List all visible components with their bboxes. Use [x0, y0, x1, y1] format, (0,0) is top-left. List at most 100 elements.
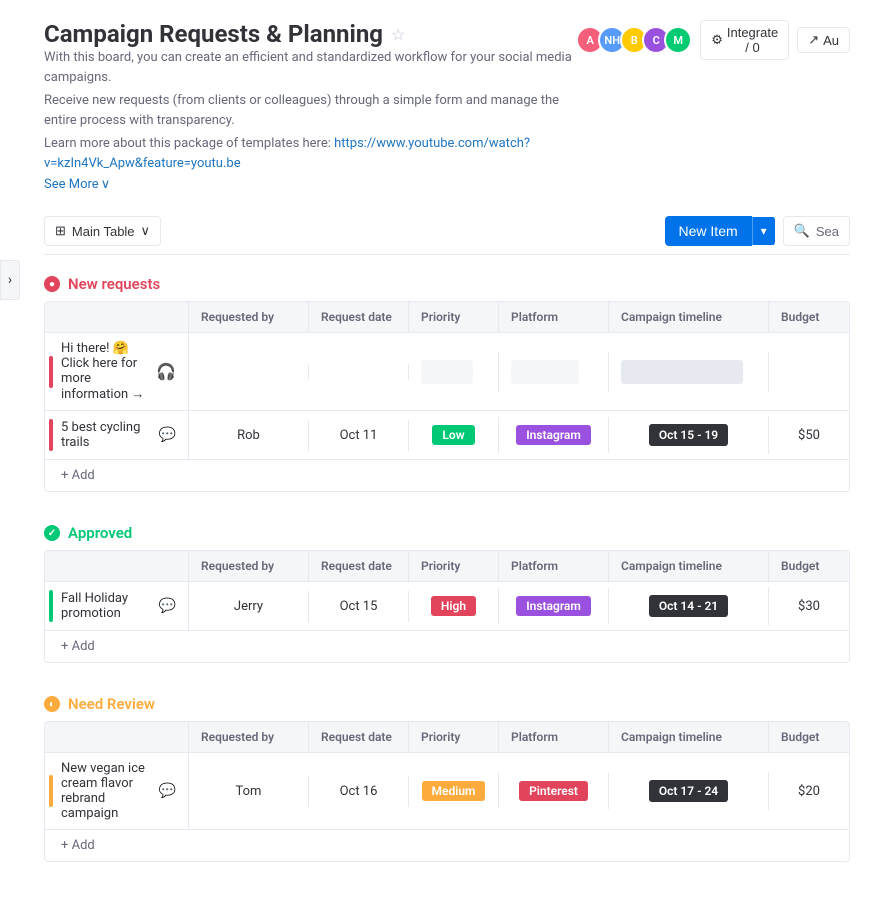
row-name-text[interactable]: 5 best cycling trails — [61, 420, 151, 450]
col-header-budget: Budget — [769, 551, 849, 581]
groups-container: ● New requests Requested byRequest datePri… — [44, 275, 850, 862]
empty-priority — [421, 360, 473, 384]
group-need-review: ◐Need ReviewRequested byRequest datePrio… — [44, 695, 850, 862]
avatar-group: A NH B C M — [576, 26, 692, 54]
col-request-date: Oct 11 — [309, 420, 409, 451]
col-timeline: Oct 14 - 21 — [609, 587, 769, 625]
see-more-button[interactable]: See More ∨ — [44, 177, 576, 192]
col-header-request-date: Request date — [309, 551, 409, 581]
col-budget: $50 — [769, 420, 849, 451]
group-title-need-review: Need Review — [68, 695, 155, 713]
comment-icon[interactable]: 💬 — [159, 598, 176, 614]
page-title-row: Campaign Requests & Planning ☆ — [44, 20, 576, 48]
table-row: Hi there! 🤗 Click here for more informat… — [45, 333, 849, 411]
table-view-button[interactable]: ⊞ Main Table ∨ — [44, 216, 161, 246]
col-requested-by — [189, 364, 309, 380]
row-name-text[interactable]: New vegan ice cream flavor rebrand campa… — [61, 761, 151, 821]
col-header-name — [45, 722, 189, 752]
group-header-need-review: ◐ Need Review — [44, 695, 850, 713]
platform-badge: Instagram — [516, 425, 591, 445]
integrate-button[interactable]: ⚙ Integrate / 0 — [700, 20, 789, 60]
priority-badge: High — [431, 596, 476, 616]
new-item-main-button[interactable]: New Item — [665, 216, 752, 246]
col-platform: Pinterest — [499, 773, 609, 809]
toolbar: ⊞ Main Table ∨ New Item ▾ 🔍 Sea — [44, 216, 850, 255]
color-bar — [49, 419, 53, 451]
col-header-requested-by: Requested by — [189, 302, 309, 332]
table-row: New vegan ice cream flavor rebrand campa… — [45, 753, 849, 830]
row-name-cell: 5 best cycling trails 💬 — [45, 411, 189, 459]
col-header-requested-by: Requested by — [189, 551, 309, 581]
col-budget: $30 — [769, 591, 849, 622]
description-line2: Receive new requests (from clients or co… — [44, 91, 576, 130]
col-budget: $20 — [769, 776, 849, 807]
col-timeline — [609, 352, 769, 392]
row-name-cell: New vegan ice cream flavor rebrand campa… — [45, 753, 189, 829]
comment-icon[interactable]: 💬 — [159, 427, 176, 443]
new-item-dropdown-button[interactable]: ▾ — [752, 217, 775, 245]
au-button[interactable]: ↗ Au — [797, 27, 850, 53]
col-requested-by: Jerry — [189, 591, 309, 622]
star-icon[interactable]: ☆ — [391, 25, 405, 44]
col-header-campaign-timeline: Campaign timeline — [609, 302, 769, 332]
color-bar — [49, 775, 53, 807]
new-item-button-group: New Item ▾ — [665, 216, 775, 246]
table-row: Fall Holiday promotion 💬 JerryOct 15 High In… — [45, 582, 849, 631]
col-priority: Low — [409, 417, 499, 453]
row-name-text[interactable]: Hi there! 🤗 Click here for more informat… — [61, 341, 148, 402]
color-bar — [49, 356, 53, 388]
timeline-badge: Oct 14 - 21 — [649, 595, 728, 617]
timeline-badge: Oct 15 - 19 — [649, 424, 728, 446]
col-header-name — [45, 302, 189, 332]
col-platform: Instagram — [499, 588, 609, 624]
table-header-approved: Requested byRequest datePriorityPlatform… — [45, 551, 849, 582]
headphone-icon: 🎧 — [156, 362, 176, 381]
col-request-date: Oct 16 — [309, 776, 409, 807]
col-priority: High — [409, 588, 499, 624]
platform-badge: Pinterest — [519, 781, 588, 801]
header-actions: A NH B C M ⚙ Integrate / 0 ↗ Au — [576, 20, 850, 60]
col-header-campaign-timeline: Campaign timeline — [609, 722, 769, 752]
platform-badge: Instagram — [516, 596, 591, 616]
group-header-new-requests: ● New requests — [44, 275, 850, 293]
col-request-date: Oct 15 — [309, 591, 409, 622]
group-icon-approved[interactable]: ✓ — [44, 525, 60, 541]
page-header: Campaign Requests & Planning ☆ With this… — [44, 20, 850, 208]
add-row-new-requests[interactable]: + Add — [45, 460, 849, 491]
col-platform: Instagram — [499, 417, 609, 453]
col-header-request-date: Request date — [309, 302, 409, 332]
search-button[interactable]: 🔍 Sea — [783, 216, 850, 246]
chevron-icon: › — [8, 272, 12, 288]
col-requested-by: Rob — [189, 420, 309, 451]
col-timeline: Oct 15 - 19 — [609, 416, 769, 454]
col-header-requested-by: Requested by — [189, 722, 309, 752]
timeline-badge: Oct 17 - 24 — [649, 780, 728, 802]
col-header-name — [45, 551, 189, 581]
col-priority — [409, 352, 499, 392]
group-approved: ✓ Approved Requested byRequest datePriorit… — [44, 524, 850, 663]
col-header-platform: Platform — [499, 302, 609, 332]
integrate-icon: ⚙ — [711, 32, 723, 48]
group-title-approved: Approved — [68, 524, 132, 542]
comment-icon[interactable]: 💬 — [159, 783, 176, 799]
col-platform — [499, 352, 609, 392]
col-budget — [769, 364, 849, 380]
empty-platform — [511, 360, 579, 384]
sidebar-toggle[interactable]: › — [0, 260, 20, 300]
chevron-down-icon: ∨ — [101, 177, 111, 192]
col-timeline: Oct 17 - 24 — [609, 772, 769, 810]
add-row-approved[interactable]: + Add — [45, 631, 849, 662]
group-title-new-requests: New requests — [68, 275, 160, 293]
add-row-need-review[interactable]: + Add — [45, 830, 849, 861]
group-icon-new-requests[interactable]: ● — [44, 276, 60, 292]
col-header-platform: Platform — [499, 551, 609, 581]
row-name-cell: Hi there! 🤗 Click here for more informat… — [45, 333, 189, 410]
table-header-new-requests: Requested byRequest datePriorityPlatform… — [45, 302, 849, 333]
row-name-text[interactable]: Fall Holiday promotion — [61, 591, 151, 621]
table-row: 5 best cycling trails 💬 RobOct 11Low Instag… — [45, 411, 849, 460]
col-header-budget: Budget — [769, 722, 849, 752]
description-line3: Learn more about this package of templat… — [44, 134, 576, 173]
group-icon-need-review[interactable]: ◐ — [44, 696, 60, 712]
col-request-date — [309, 364, 409, 380]
table-approved: Requested byRequest datePriorityPlatform… — [44, 550, 850, 663]
